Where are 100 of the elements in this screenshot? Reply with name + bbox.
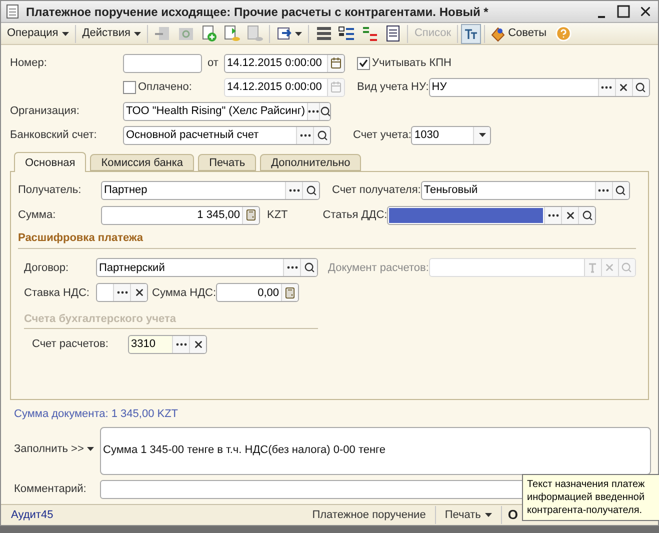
field-label: Статья ДДС: xyxy=(322,209,388,222)
document-total: Сумма документа: 1 345,00 KZT xyxy=(14,407,180,422)
post-document-icon[interactable] xyxy=(223,25,240,42)
dots-icon xyxy=(601,86,612,89)
purpose-field[interactable]: Сумма 1 345-00 тенге в т.ч. НДС(без налога) 0-00 тенге xyxy=(100,426,651,475)
search-button[interactable] xyxy=(319,102,330,120)
book-icon xyxy=(490,26,506,42)
input-field[interactable]: ТОО "Health Rising" (Хелс Райсинг) xyxy=(123,102,331,121)
tab[interactable]: Основная xyxy=(14,152,86,172)
dots-icon xyxy=(308,110,320,113)
author-link[interactable]: Аудит45 xyxy=(11,506,54,524)
calculator-button[interactable] xyxy=(242,206,259,224)
date-label: от xyxy=(206,56,220,72)
select-button[interactable] xyxy=(285,182,302,199)
back-document-icon[interactable] xyxy=(154,25,172,42)
search-button[interactable] xyxy=(612,182,629,199)
select-button[interactable] xyxy=(283,259,300,276)
input-field[interactable]: 3310 xyxy=(128,334,207,354)
tooltip-text: информацией введенной xyxy=(527,491,646,504)
input-field[interactable]: НУ xyxy=(428,78,650,97)
document-icon xyxy=(6,4,19,20)
select-button[interactable] xyxy=(113,284,130,302)
tab[interactable]: Печать xyxy=(198,154,256,172)
field-label: Оплачено: xyxy=(138,80,192,96)
tab[interactable]: Дополнительно xyxy=(260,154,362,172)
clear-icon xyxy=(604,262,616,274)
select-button[interactable] xyxy=(296,126,313,144)
field-label: Номер: xyxy=(10,56,48,72)
input-field[interactable]: 0,00 xyxy=(216,283,300,302)
clear-button[interactable] xyxy=(614,78,632,96)
calculator-icon xyxy=(284,286,296,299)
calculator-button[interactable] xyxy=(281,284,298,302)
input-field[interactable] xyxy=(387,206,596,225)
input-field[interactable] xyxy=(96,283,148,302)
clear-icon xyxy=(618,82,630,93)
search-icon xyxy=(316,130,328,141)
maximize-icon[interactable] xyxy=(617,5,630,18)
search-button[interactable] xyxy=(578,206,596,224)
caret-icon xyxy=(295,32,302,36)
clear-icon xyxy=(564,210,576,221)
input-field[interactable]: 1030 xyxy=(411,126,492,145)
menu-button[interactable]: Действия xyxy=(79,25,144,42)
debit-credit-icon[interactable] xyxy=(361,25,378,42)
select-button[interactable] xyxy=(544,206,562,224)
status-button[interactable]: Платежное поручение xyxy=(306,506,432,524)
dots-icon xyxy=(288,188,300,192)
input-field[interactable]: Партнер xyxy=(101,180,320,200)
select-button[interactable] xyxy=(307,102,320,120)
check-icon xyxy=(359,59,368,68)
tips-button[interactable]: Советы xyxy=(488,25,549,42)
input-field[interactable]: Партнерский xyxy=(96,258,318,278)
dots-icon xyxy=(548,214,559,217)
search-button[interactable] xyxy=(302,182,319,199)
clear-button[interactable] xyxy=(561,206,578,224)
dots-icon xyxy=(300,134,310,137)
search-button[interactable] xyxy=(313,126,330,144)
input-field[interactable]: Теньговый xyxy=(420,180,630,200)
font-toggle-button[interactable] xyxy=(461,24,482,44)
caret-icon xyxy=(478,133,486,138)
status-button[interactable]: Печать xyxy=(438,506,498,524)
field-label: Документ расчетов: xyxy=(328,262,429,274)
section-heading: Счета бухгалтерского учета xyxy=(24,312,178,327)
input-field[interactable]: 14.12.2015 0:00:00 xyxy=(224,54,345,73)
tooltip-text: Текст назначения платеж xyxy=(527,478,646,491)
search-button[interactable] xyxy=(632,78,649,96)
select-button[interactable] xyxy=(594,182,612,199)
tab[interactable]: Комиссия банка xyxy=(90,154,194,172)
dots-icon xyxy=(116,291,128,294)
dots-icon xyxy=(286,266,298,270)
clear-button[interactable] xyxy=(189,336,206,353)
field-label: Организация: xyxy=(10,104,80,120)
arrow-icon[interactable] xyxy=(276,25,294,42)
field-label: Договор: xyxy=(24,260,70,276)
report-icon[interactable] xyxy=(384,25,402,42)
select-button[interactable] xyxy=(598,78,615,96)
fill-button[interactable]: Заполнить >> xyxy=(14,440,100,458)
clear-icon xyxy=(134,287,144,298)
input-field[interactable] xyxy=(123,54,202,73)
dropdown-button[interactable] xyxy=(473,126,490,144)
caret-icon xyxy=(134,32,142,36)
field-label: Сумма: xyxy=(18,208,57,224)
search-icon xyxy=(615,184,626,196)
checkbox[interactable] xyxy=(123,80,136,94)
caret-icon xyxy=(484,512,492,517)
checklist-icon[interactable] xyxy=(338,25,356,42)
calendar-button[interactable] xyxy=(327,54,344,72)
copy-add-icon[interactable] xyxy=(200,25,218,42)
clear-button[interactable] xyxy=(130,284,147,302)
menu-button[interactable]: Операция xyxy=(4,25,72,42)
clear-icon xyxy=(192,338,204,350)
field-label: Счет получателя: xyxy=(332,184,421,196)
select-button[interactable] xyxy=(172,336,189,353)
list-view-icon[interactable] xyxy=(315,25,332,42)
ok-button[interactable]: О xyxy=(508,505,518,525)
font-size-icon xyxy=(464,28,478,40)
caret-icon xyxy=(86,447,94,452)
input-field[interactable]: 1 345,00 xyxy=(101,206,260,225)
checkbox[interactable] xyxy=(357,56,370,70)
input-field[interactable]: Основной расчетный счет xyxy=(123,126,331,145)
search-button[interactable] xyxy=(300,259,317,276)
